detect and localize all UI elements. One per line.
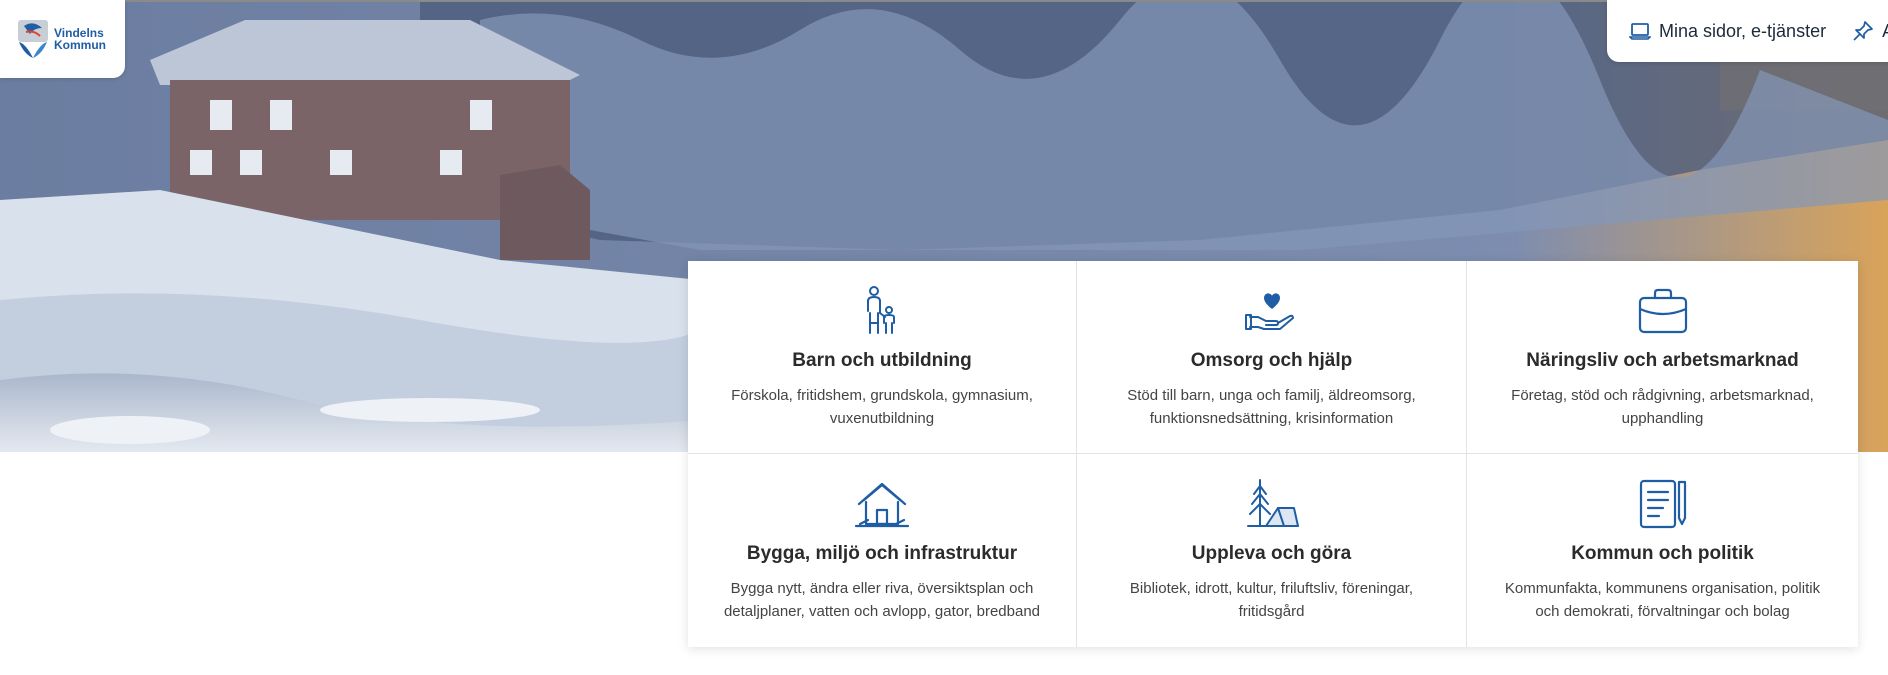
top-nav: Mina sidor, e-tjänster A bbox=[1607, 0, 1888, 62]
card-omsorg-och-hjalp[interactable]: Omsorg och hjälp Stöd till barn, unga oc… bbox=[1077, 261, 1467, 454]
card-title: Bygga, miljö och infrastruktur bbox=[746, 543, 1018, 564]
briefcase-icon bbox=[1638, 288, 1687, 334]
card-bygga-miljo[interactable]: Bygga, miljö och infrastruktur Bygga nyt… bbox=[688, 454, 1077, 647]
pinned-link[interactable]: A bbox=[1852, 20, 1888, 42]
house-icon bbox=[854, 482, 910, 528]
document-pen-icon bbox=[1639, 479, 1686, 529]
my-pages-link[interactable]: Mina sidor, e-tjänster bbox=[1629, 21, 1826, 42]
my-pages-label: Mina sidor, e-tjänster bbox=[1659, 20, 1827, 41]
card-title: Barn och utbildning bbox=[792, 350, 972, 371]
card-title: Omsorg och hjälp bbox=[1190, 350, 1353, 371]
pin-icon bbox=[1853, 21, 1873, 41]
card-naringsliv[interactable]: Näringsliv och arbetsmarknad Företag, st… bbox=[1467, 261, 1858, 454]
heart-hand-icon bbox=[1244, 293, 1294, 330]
pinned-label: A bbox=[1882, 21, 1888, 42]
card-title: Kommun och politik bbox=[1571, 543, 1754, 564]
card-description: Företag, stöd och rådgivning, arbetsmark… bbox=[1511, 387, 1814, 427]
card-barn-och-utbildning[interactable]: Barn och utbildning Förskola, fritidshem… bbox=[688, 261, 1077, 454]
card-description: Bibliotek, idrott, kultur, friluftsliv, … bbox=[1129, 580, 1414, 620]
card-description: Förskola, fritidshem, grundskola, gymnas… bbox=[731, 387, 1033, 427]
card-kommun-och-politik[interactable]: Kommun och politik Kommunfakta, kommunen… bbox=[1467, 454, 1858, 647]
site-logo[interactable]: Vindelns Kommun bbox=[0, 0, 125, 78]
card-title: Uppleva och göra bbox=[1191, 543, 1352, 564]
logo-text: Vindelns Kommun bbox=[54, 27, 106, 51]
category-grid: Barn och utbildning Förskola, fritidshem… bbox=[688, 261, 1858, 647]
card-description: Bygga nytt, ändra eller riva, översiktsp… bbox=[723, 580, 1041, 620]
laptop-icon bbox=[1629, 23, 1651, 40]
top-border bbox=[0, 0, 1888, 2]
card-description: Kommunfakta, kommunens organisation, pol… bbox=[1504, 580, 1821, 620]
card-uppleva-och-gora[interactable]: Uppleva och göra Bibliotek, idrott, kult… bbox=[1077, 454, 1467, 647]
logo-line2: Kommun bbox=[54, 38, 106, 52]
card-description: Stöd till barn, unga och familj, äldreom… bbox=[1127, 387, 1416, 427]
card-title: Näringsliv och arbetsmarknad bbox=[1526, 350, 1799, 371]
tree-tent-icon bbox=[1246, 479, 1299, 527]
parent-child-icon bbox=[867, 286, 895, 334]
logo-emblem-icon bbox=[18, 20, 48, 58]
